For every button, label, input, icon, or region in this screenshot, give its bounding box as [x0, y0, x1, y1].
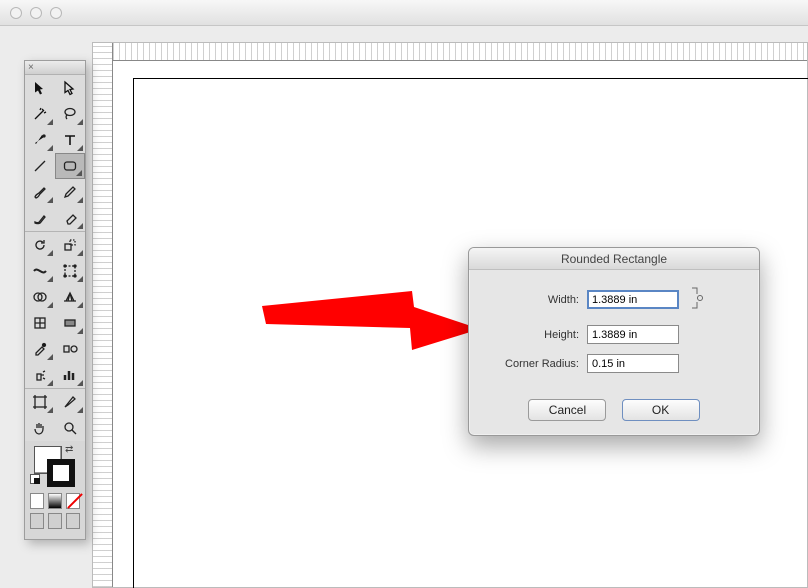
rounded-rectangle-icon	[61, 157, 79, 175]
gradient-tool[interactable]	[55, 310, 85, 336]
graph-icon	[61, 366, 79, 384]
cancel-button[interactable]: Cancel	[528, 399, 606, 421]
dialog-body: Width: Height: Corner Radius:	[469, 270, 759, 391]
close-window-button[interactable]	[10, 7, 22, 19]
height-input[interactable]	[587, 325, 679, 344]
line-segment-tool[interactable]	[25, 153, 55, 179]
scale-icon	[61, 236, 79, 254]
artboard-icon	[31, 393, 49, 411]
selection-icon	[31, 79, 49, 97]
hand-icon	[31, 419, 49, 437]
corner-radius-input[interactable]	[587, 354, 679, 373]
gradient-icon	[61, 314, 79, 332]
eyedropper-tool[interactable]	[25, 336, 55, 362]
constrain-proportions-icon[interactable]	[689, 284, 705, 315]
paintbrush-icon	[31, 183, 49, 201]
selection-tool[interactable]	[25, 75, 55, 101]
horizontal-ruler	[113, 43, 807, 61]
pencil-tool[interactable]	[55, 179, 85, 205]
height-label: Height:	[483, 329, 579, 341]
width-row: Width:	[483, 284, 745, 315]
color-mode-gradient[interactable]	[48, 493, 62, 509]
blob-brush-tool[interactable]	[25, 205, 55, 231]
app-window: ×	[0, 0, 808, 588]
spray-icon	[31, 366, 49, 384]
zoom-icon	[61, 419, 79, 437]
free-transform-icon	[61, 262, 79, 280]
corner-radius-row: Corner Radius:	[483, 354, 745, 373]
line-icon	[31, 157, 49, 175]
rotate-icon	[31, 236, 49, 254]
ok-button[interactable]: OK	[622, 399, 700, 421]
lasso-tool[interactable]	[55, 101, 85, 127]
vertical-ruler	[93, 43, 113, 587]
blob-brush-icon	[31, 209, 49, 227]
width-label: Width:	[483, 294, 579, 306]
hand-tool[interactable]	[25, 415, 55, 441]
magic-wand-tool[interactable]	[25, 101, 55, 127]
draw-behind-icon[interactable]	[48, 513, 62, 529]
swap-colors-icon[interactable]: ⇄	[65, 444, 73, 455]
width-tool[interactable]	[25, 258, 55, 284]
tool-grid	[25, 75, 85, 441]
color-wells: ⇄	[25, 441, 85, 493]
pen-tool[interactable]	[25, 127, 55, 153]
color-mode-row	[25, 493, 85, 513]
mesh-tool[interactable]	[25, 310, 55, 336]
free-transform-tool[interactable]	[55, 258, 85, 284]
direct-selection-tool[interactable]	[55, 75, 85, 101]
magic-wand-icon	[31, 105, 49, 123]
color-mode-none[interactable]	[66, 493, 80, 509]
tools-panel: ×	[24, 60, 86, 540]
pen-icon	[31, 131, 49, 149]
eraser-icon	[61, 209, 79, 227]
lasso-icon	[61, 105, 79, 123]
window-controls	[10, 7, 62, 19]
color-mode-solid[interactable]	[30, 493, 44, 509]
shape-builder-icon	[31, 288, 49, 306]
corner-radius-label: Corner Radius:	[483, 358, 579, 370]
scale-tool[interactable]	[55, 232, 85, 258]
minimize-window-button[interactable]	[30, 7, 42, 19]
zoom-window-button[interactable]	[50, 7, 62, 19]
blend-icon	[61, 340, 79, 358]
slice-icon	[61, 393, 79, 411]
eraser-tool[interactable]	[55, 205, 85, 231]
dialog-actions: Cancel OK	[469, 391, 759, 435]
draw-inside-icon[interactable]	[66, 513, 80, 529]
height-row: Height:	[483, 325, 745, 344]
rounded-rectangle-tool[interactable]	[55, 153, 85, 179]
zoom-tool[interactable]	[55, 415, 85, 441]
close-icon[interactable]: ×	[28, 62, 34, 73]
artboard-tool[interactable]	[25, 389, 55, 415]
type-tool[interactable]	[55, 127, 85, 153]
type-icon	[61, 131, 79, 149]
window-titlebar	[0, 0, 808, 26]
symbol-sprayer-tool[interactable]	[25, 362, 55, 388]
eyedropper-icon	[31, 340, 49, 358]
width-icon	[31, 262, 49, 280]
screen-mode-row	[25, 513, 85, 529]
pencil-icon	[61, 183, 79, 201]
mesh-icon	[31, 314, 49, 332]
dialog-title: Rounded Rectangle	[469, 248, 759, 270]
rotate-tool[interactable]	[25, 232, 55, 258]
perspective-grid-tool[interactable]	[55, 284, 85, 310]
direct-selection-icon	[61, 79, 79, 97]
draw-normal-icon[interactable]	[30, 513, 44, 529]
shape-builder-tool[interactable]	[25, 284, 55, 310]
default-colors-icon[interactable]	[30, 474, 40, 484]
column-graph-tool[interactable]	[55, 362, 85, 388]
blend-tool[interactable]	[55, 336, 85, 362]
workspace: ×	[0, 26, 808, 588]
width-input[interactable]	[587, 290, 679, 309]
stroke-color-swatch[interactable]	[47, 459, 75, 487]
tools-panel-header[interactable]: ×	[25, 61, 85, 75]
rounded-rectangle-dialog: Rounded Rectangle Width: Height: Corner …	[468, 247, 760, 436]
paintbrush-tool[interactable]	[25, 179, 55, 205]
slice-tool[interactable]	[55, 389, 85, 415]
perspective-icon	[61, 288, 79, 306]
